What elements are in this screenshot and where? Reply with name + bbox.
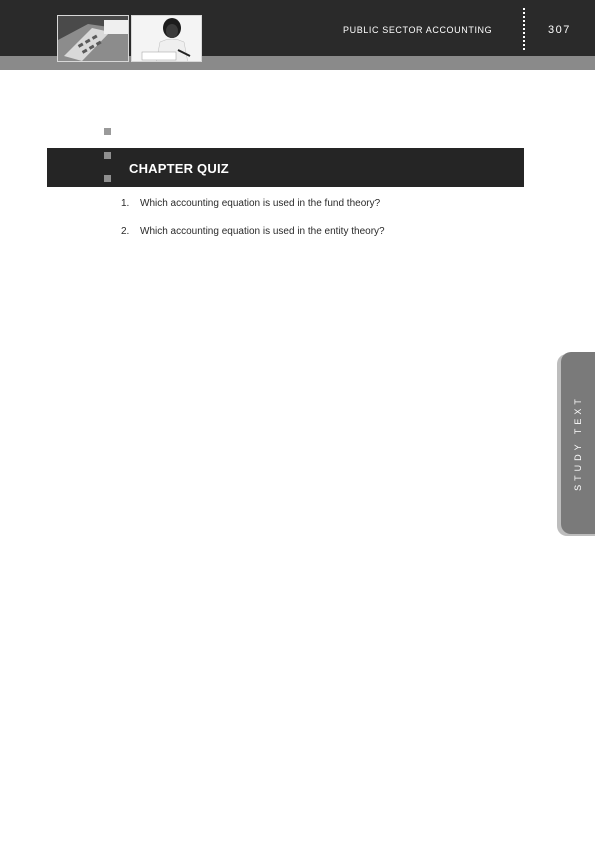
running-header-title: PUBLIC SECTOR ACCOUNTING [343, 25, 493, 35]
square-bullet-icon [104, 128, 111, 135]
question-number: 1. [121, 198, 130, 209]
section-title-bar [47, 148, 524, 187]
square-bullet-icon [104, 175, 111, 182]
calculator-photo-graphic [58, 16, 128, 61]
question-item: 2. Which accounting equation is used in … [121, 225, 521, 239]
person-writing-photo-graphic [132, 16, 201, 61]
question-text: Which accounting equation is used in the… [140, 226, 385, 237]
question-item: 1. Which accounting equation is used in … [121, 197, 521, 211]
question-number: 2. [121, 226, 130, 237]
question-text: Which accounting equation is used in the… [140, 198, 381, 209]
square-bullet-icon [104, 152, 111, 159]
study-text-label: STUDY TEXT [573, 395, 583, 491]
page-number: 307 [548, 24, 571, 36]
section-title: CHAPTER QUIZ [129, 161, 229, 176]
person-writing-photo [131, 15, 202, 62]
header-separator [523, 8, 525, 50]
question-list: 1. Which accounting equation is used in … [121, 197, 521, 253]
calculator-photo [57, 15, 129, 62]
